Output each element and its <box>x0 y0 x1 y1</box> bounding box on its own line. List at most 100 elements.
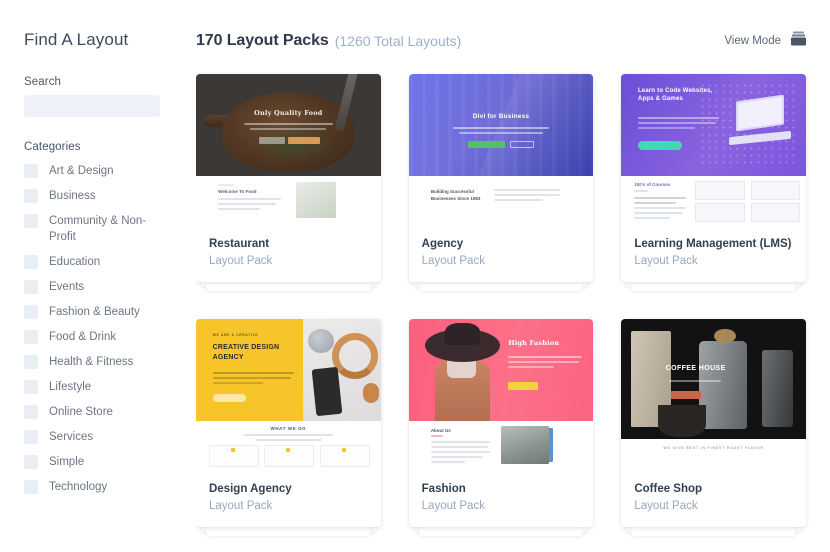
main-content: 170 Layout Packs (1260 Total Layouts) Vi… <box>196 0 830 552</box>
thumbnail-body: Welcome To Food <box>196 176 381 226</box>
layout-pack-grid: Only Quality Food Welcome To Food Restau… <box>196 74 806 552</box>
coffee-bean-bowl-shape <box>658 405 707 437</box>
category-item-services[interactable]: Services <box>24 429 196 445</box>
card-meta: Coffee Shop Layout Pack <box>621 471 806 527</box>
category-label: Technology <box>49 481 108 493</box>
category-label: Community & Non-Profit <box>49 215 147 243</box>
category-label: Business <box>49 190 96 202</box>
stacked-layouts-icon[interactable] <box>791 31 806 51</box>
hero-heading: High Fashion <box>508 339 560 348</box>
card-subtitle: Layout Pack <box>634 255 698 267</box>
card-subtitle: Layout Pack <box>634 500 698 512</box>
card-meta: Learning Management (LMS) Layout Pack <box>621 226 806 282</box>
laptop-illustration <box>729 95 792 146</box>
sidebar: Find A Layout Search Categories Art & De… <box>0 0 196 552</box>
card-subtitle: Layout Pack <box>209 255 273 267</box>
headphone-cup-shape <box>363 382 380 403</box>
body-image <box>500 426 549 464</box>
body-image <box>295 182 337 218</box>
category-label: Simple <box>49 456 85 468</box>
category-item-food-drink[interactable]: Food & Drink <box>24 329 196 345</box>
thumbnail-hero: High Fashion <box>408 319 594 421</box>
checkbox-icon[interactable] <box>24 305 38 319</box>
category-item-events[interactable]: Events <box>24 279 196 295</box>
hero-button-primary <box>467 141 505 149</box>
layout-pack-card-fashion[interactable]: High Fashion About Us Fashion Layout Pac… <box>408 319 594 527</box>
card-subtitle: Layout Pack <box>421 500 485 512</box>
card-meta: Restaurant Layout Pack <box>196 226 381 282</box>
category-item-business[interactable]: Business <box>24 188 196 204</box>
coffee-jar-shape <box>761 350 794 427</box>
card-title: Agency <box>421 238 464 250</box>
search-label: Search <box>24 76 62 88</box>
layout-pack-card-wrapper: Only Quality Food Welcome To Food Restau… <box>196 74 381 291</box>
search-input[interactable] <box>24 95 160 117</box>
checkbox-icon[interactable] <box>24 330 38 344</box>
layout-pack-card-wrapper: WE ARE A CREATIVE CREATIVE DESIGN AGENCY… <box>196 319 381 536</box>
card-thumbnail: Only Quality Food Welcome To Food <box>196 74 381 226</box>
hero-heading: CREATIVE DESIGN AGENCY <box>212 344 280 361</box>
category-item-fashion-beauty[interactable]: Fashion & Beauty <box>24 304 196 320</box>
card-title: Learning Management (LMS) <box>634 238 792 250</box>
layout-pack-card-coffee-shop[interactable]: COFFEE HOUSE WE GIVE BEST IN FINEST ROAS… <box>621 319 806 527</box>
layout-pack-card-agency[interactable]: Divi for Business Building Successful Bu… <box>408 74 594 282</box>
hero-text-lines <box>244 122 333 133</box>
card-title: Coffee Shop <box>634 483 703 495</box>
checkbox-icon[interactable] <box>24 164 38 178</box>
card-meta: Agency Layout Pack <box>409 226 594 282</box>
category-label: Food & Drink <box>49 331 117 343</box>
category-item-education[interactable]: Education <box>24 254 196 270</box>
category-label: Online Store <box>49 406 113 418</box>
layout-pack-card-wrapper: High Fashion About Us Fashion Layout Pac… <box>408 319 594 536</box>
card-meta: Design Agency Layout Pack <box>196 471 381 527</box>
category-item-lifestyle[interactable]: Lifestyle <box>24 379 196 395</box>
body-heading: Welcome To Food <box>218 189 257 194</box>
feature-card <box>750 203 801 222</box>
checkbox-icon[interactable] <box>24 405 38 419</box>
desk-photo-shape <box>303 319 381 421</box>
card-thumbnail: Divi for Business Building Successful Bu… <box>408 74 594 226</box>
layout-packs-browser: Find A Layout Search Categories Art & De… <box>0 0 830 552</box>
category-label: Events <box>49 281 85 293</box>
service-icon <box>231 448 236 452</box>
thumbnail-hero: Divi for Business <box>408 74 594 176</box>
category-item-art-design[interactable]: Art & Design <box>24 163 196 179</box>
category-item-online-store[interactable]: Online Store <box>24 404 196 420</box>
layout-pack-card-learning-management[interactable]: Learn to Code Websites, Apps & Games 100… <box>621 74 806 282</box>
checkbox-icon[interactable] <box>24 214 38 228</box>
page-title: Find A Layout <box>24 30 129 49</box>
hero-heading: COFFEE HOUSE <box>665 364 726 372</box>
layout-pack-card-restaurant[interactable]: Only Quality Food Welcome To Food Restau… <box>196 74 381 282</box>
thumbnail-body: WHAT WE DO <box>196 421 381 471</box>
checkbox-icon[interactable] <box>24 380 38 394</box>
body-heading: 100's of Courses <box>634 182 671 187</box>
checkbox-icon[interactable] <box>24 280 38 294</box>
hero-text-lines <box>669 380 722 385</box>
hero-button-primary <box>671 391 701 399</box>
category-item-technology[interactable]: Technology <box>24 479 196 495</box>
checkbox-icon[interactable] <box>24 430 38 444</box>
model-illustration <box>424 323 500 421</box>
category-label: Lifestyle <box>49 381 92 393</box>
category-item-community-non-profit[interactable]: Community & Non-Profit <box>24 213 196 245</box>
checkbox-icon[interactable] <box>24 189 38 203</box>
view-mode-toggle[interactable]: View Mode <box>724 31 806 51</box>
results-count-title: 170 Layout Packs <box>196 32 329 49</box>
hero-button-secondary <box>258 137 285 145</box>
service-icon <box>341 448 346 452</box>
results-header: 170 Layout Packs (1260 Total Layouts) Vi… <box>196 30 806 52</box>
thumbnail-hero: Only Quality Food <box>196 74 381 176</box>
category-item-simple[interactable]: Simple <box>24 454 196 470</box>
hero-text-lines <box>637 116 720 132</box>
body-heading: WE GIVE BEST IN FINEST ROAST FLAVOR <box>663 446 764 451</box>
feature-card <box>695 181 746 200</box>
hero-heading: Divi for Business <box>472 112 530 120</box>
layout-pack-card-design-agency[interactable]: WE ARE A CREATIVE CREATIVE DESIGN AGENCY… <box>196 319 381 527</box>
thumbnail-hero: COFFEE HOUSE <box>621 319 806 439</box>
category-item-health-fitness[interactable]: Health & Fitness <box>24 354 196 370</box>
checkbox-icon[interactable] <box>24 455 38 469</box>
checkbox-icon[interactable] <box>24 255 38 269</box>
checkbox-icon[interactable] <box>24 355 38 369</box>
checkbox-icon[interactable] <box>24 480 38 494</box>
card-thumbnail: Learn to Code Websites, Apps & Games 100… <box>621 74 806 226</box>
